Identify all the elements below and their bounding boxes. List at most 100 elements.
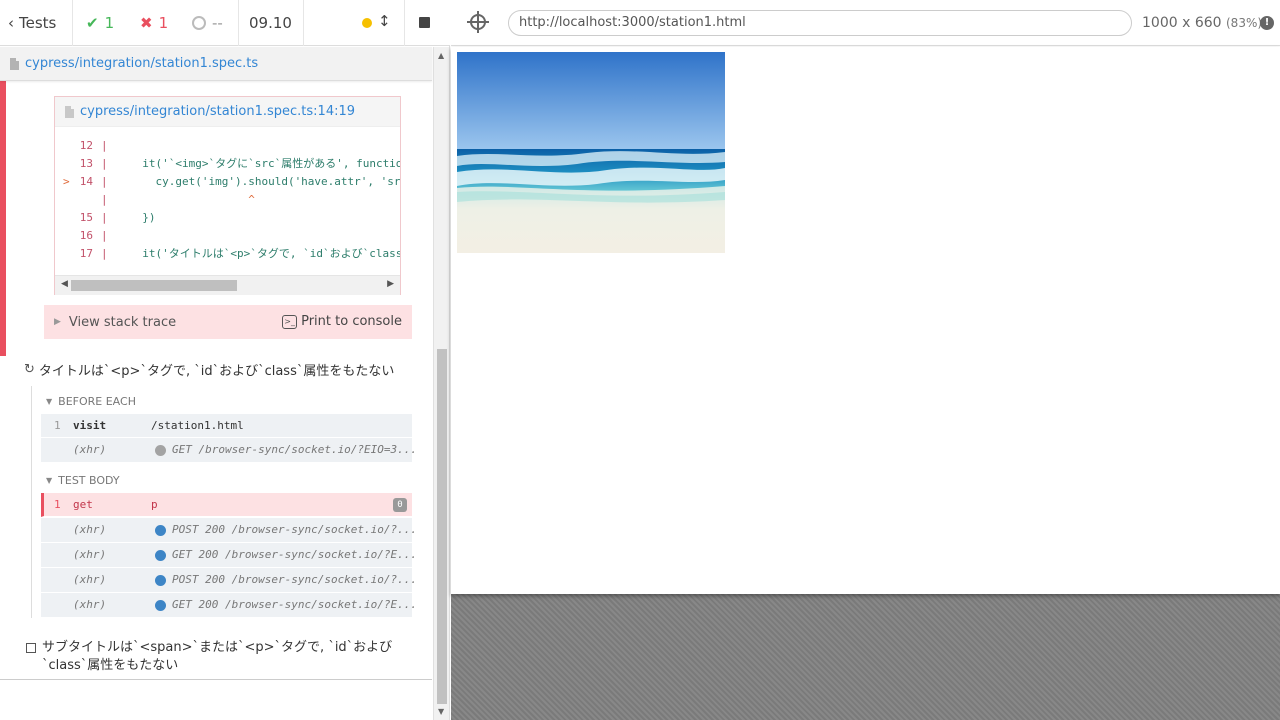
command-name: visit [73,419,107,432]
caret-down-icon: ▼ [46,476,53,485]
command-name: (xhr) [73,548,107,561]
print-to-console-button[interactable]: >_ Print to console [282,314,402,329]
command-name: (xhr) [73,573,107,586]
command-message: GET /browser-sync/socket.io/?EIO=3... [172,443,418,456]
code-line-caret: | ^ [101,193,255,206]
command-name: (xhr) [73,598,107,611]
failed-value: 1 [158,14,169,32]
url-field[interactable]: http://localhost:3000/station1.html [508,10,1132,36]
divider [238,0,239,46]
code-line: 17| it('タイトルは`<p>`タグで, `id`および`class`属性を… [79,247,400,260]
terminal-icon: >_ [282,314,298,329]
viewport-dimensions: 1000 x 660 [1142,15,1222,31]
scrollbar-thumb[interactable] [71,280,237,291]
file-icon [10,57,19,70]
pending-count: -- [192,0,223,46]
test-title[interactable]: ↻ タイトルは`<p>`タグで, `id`および`class`属性をもたない [24,360,394,379]
duration: 09.10 [249,14,292,32]
chevron-left-icon: ‹ [8,14,14,32]
caret-down-icon: ▼ [46,397,53,406]
autoscroll-dot[interactable] [362,18,372,28]
command-row-xhr[interactable]: (xhr) POST 200 /browser-sync/socket.io/?… [41,568,417,593]
viewport-size: 1000 x 660 (83%) [1142,15,1262,31]
check-icon: ✔ [86,14,99,32]
beach-image [457,52,725,253]
command-message: GET 200 /browser-sync/socket.io/?E... [172,548,418,561]
tests-button[interactable]: ‹ Tests [8,0,64,46]
xhr-status-dot [155,575,166,586]
xhr-status-dot [155,445,166,456]
file-icon [65,105,74,118]
viewport-backdrop [451,594,1280,720]
code-lines: 12 | 13 | it('`<img>`タグに`src`属性がある', funct… [55,137,400,271]
scroll-right-icon[interactable]: ▶ [387,279,394,289]
divider [303,0,304,46]
refresh-icon: ↻ [24,362,35,377]
command-row-failed[interactable]: 1 get p 0 [41,493,412,517]
hook-label: TEST BODY [58,474,120,487]
command-row-xhr[interactable]: (xhr) GET 200 /browser-sync/socket.io/?E… [41,543,417,568]
command-name: (xhr) [73,523,107,536]
test-title-line: `class`属性をもたない [42,658,179,673]
code-line-highlight: >14 | cy.get('img').should('have.attr', '… [63,175,400,188]
scroll-up-icon[interactable]: ▲ [438,51,444,60]
command-message: POST 200 /browser-sync/socket.io/?... [172,523,418,536]
selector-playground-icon[interactable] [467,11,489,33]
command-name: (xhr) [73,443,107,456]
pending-value: -- [212,14,223,32]
view-stack-trace-toggle[interactable]: View stack trace [69,315,176,330]
hook-label: BEFORE EACH [58,395,136,408]
runnable-list: cypress/integration/station1.spec.ts:14:… [0,81,432,681]
spec-title: cypress/integration/station1.spec.ts [0,47,432,81]
caret-right-icon[interactable]: ▶ [54,317,61,327]
divider [72,0,73,46]
passed-value: 1 [104,14,115,32]
divider [404,0,405,46]
code-frame-header: cypress/integration/station1.spec.ts:14:… [55,97,400,127]
hook-test-body[interactable]: ▼ TEST BODY [46,474,120,487]
code-frame-scrollbar[interactable]: ◀ ▶ [55,275,400,295]
hook-before-each[interactable]: ▼ BEFORE EACH [46,395,136,408]
app-under-test-frame [451,47,1280,594]
print-to-console-label: Print to console [301,314,402,329]
scroll-left-icon[interactable]: ◀ [61,279,68,289]
code-line: 12 | [79,139,108,152]
command-message: p [151,498,158,511]
pending-square-icon [26,643,36,653]
viewport-scale: (83%) [1226,16,1263,30]
xhr-status-dot [155,600,166,611]
command-row-xhr[interactable]: (xhr) POST 200 /browser-sync/socket.io/?… [41,518,417,543]
x-icon: ✖ [140,14,153,32]
passed-count: ✔ 1 [86,0,114,46]
scroll-down-icon[interactable]: ▼ [438,707,444,716]
info-icon[interactable]: ! [1260,16,1274,30]
spec-path-link[interactable]: cypress/integration/station1.spec.ts [25,56,258,71]
scrollbar-thumb[interactable] [437,349,447,704]
command-row-xhr[interactable]: (xhr) GET /browser-sync/socket.io/?EIO=3… [41,438,417,463]
aut-header: http://localhost:3000/station1.html 1000… [451,0,1280,46]
command-message: /station1.html [151,419,244,432]
tests-label: Tests [19,14,57,32]
command-message: POST 200 /browser-sync/socket.io/?... [172,573,418,586]
command-row[interactable]: 1 visit /station1.html [41,414,412,438]
circle-pending-icon [192,16,206,30]
xhr-status-dot [155,525,166,536]
test-title-line: サブタイトルは`<span>`または`<p>`タグで, `id`および [42,640,393,655]
code-line: 13| it('`<img>`タグに`src`属性がある', function … [79,157,400,170]
code-line: 15 | }) [79,211,156,224]
reporter-header: ‹ Tests ✔ 1 ✖ 1 -- 09.10 ↕ [0,0,450,46]
element-count-badge: 0 [393,498,407,512]
test-title-text: タイトルは`<p>`タグで, `id`および`class`属性をもたない [38,364,395,379]
code-frame-file-link[interactable]: cypress/integration/station1.spec.ts:14:… [80,104,355,119]
xhr-status-dot [155,550,166,561]
reporter-panel: ‹ Tests ✔ 1 ✖ 1 -- 09.10 ↕ cypress/integ… [0,0,450,720]
hooks-rail [31,386,32,618]
command-message: GET 200 /browser-sync/socket.io/?E... [172,598,418,611]
test-title-pending[interactable]: サブタイトルは`<span>`または`<p>`タグで, `id`および `cla… [26,639,392,675]
command-name: get [73,498,93,511]
autoscroll-arrows-icon[interactable]: ↕ [378,12,391,30]
command-row-xhr[interactable]: (xhr) GET 200 /browser-sync/socket.io/?E… [41,593,417,618]
failed-count: ✖ 1 [140,0,168,46]
reporter-scrollbar[interactable]: ▲ ▼ [433,47,449,720]
stop-icon[interactable] [419,17,430,28]
